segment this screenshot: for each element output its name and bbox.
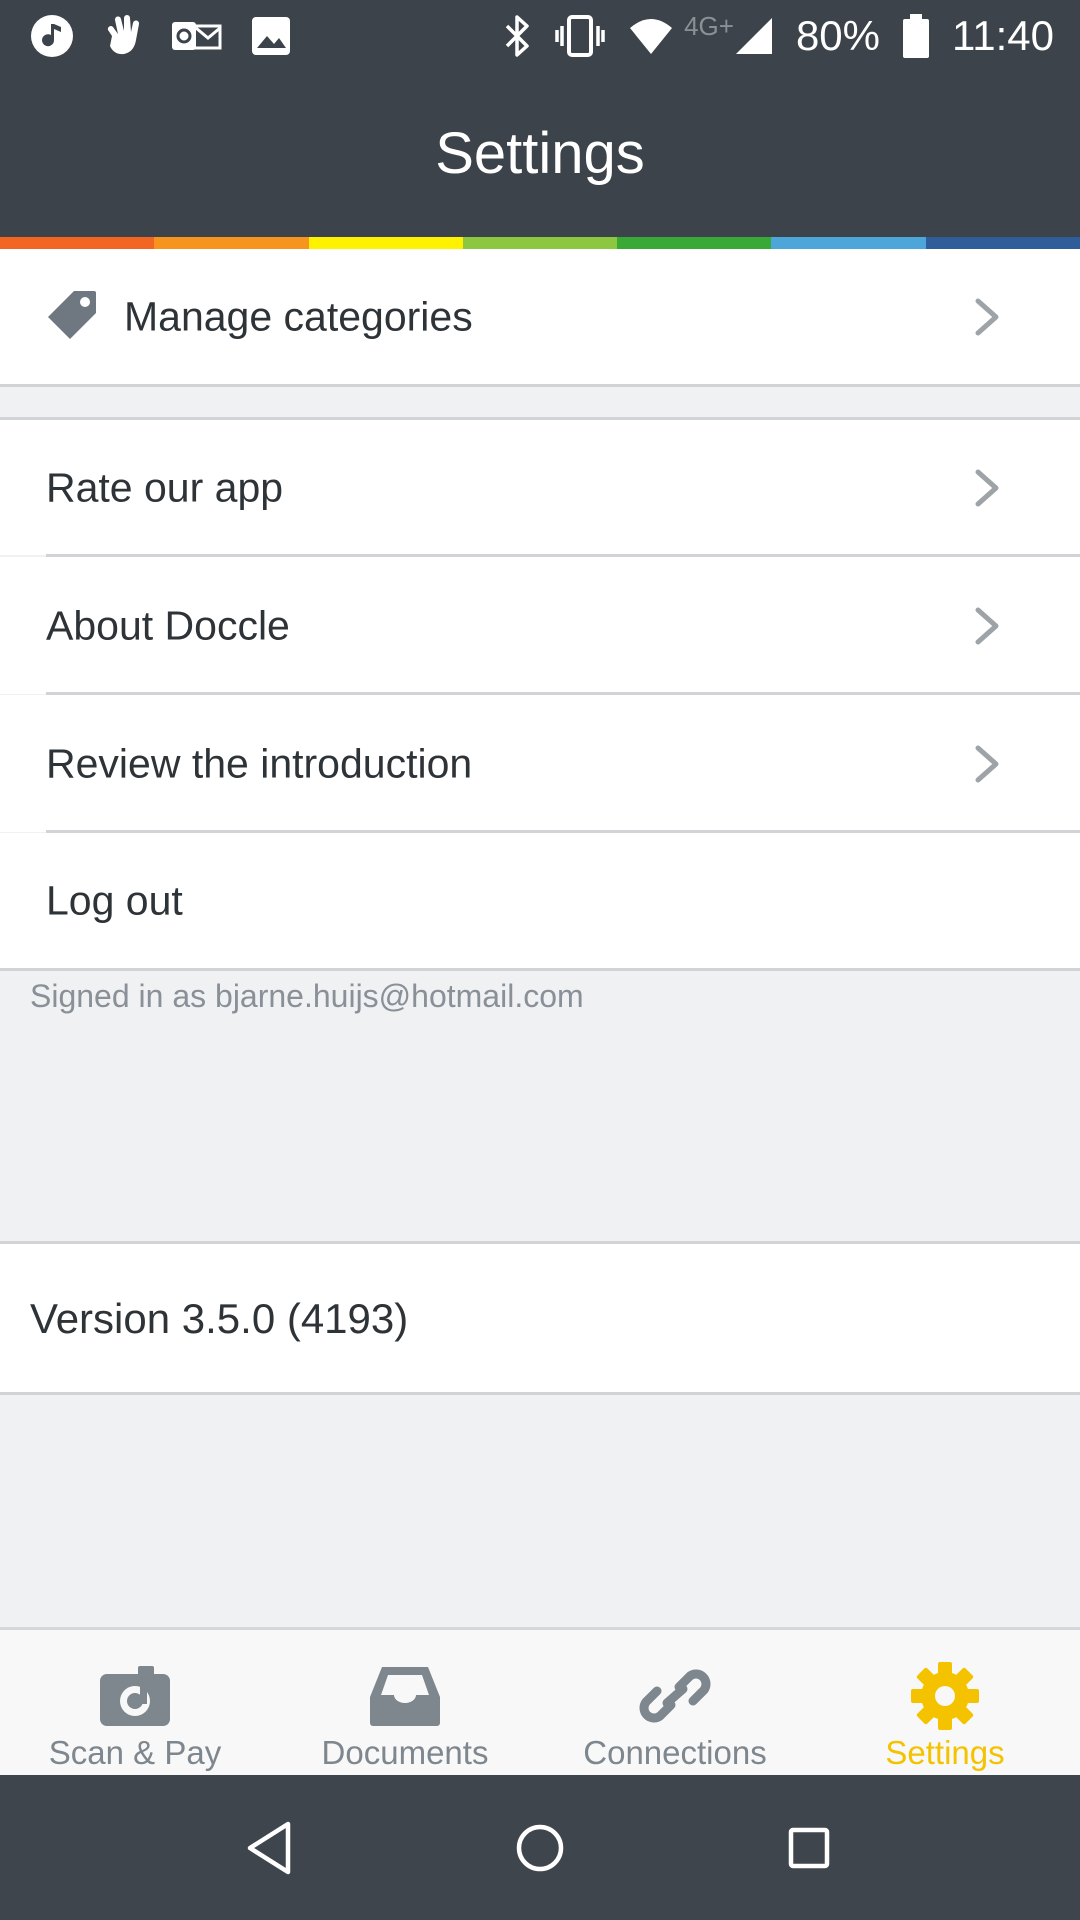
nav-connections[interactable]: Connections [540,1630,810,1775]
link-icon [638,1660,712,1732]
version-text: Version 3.5.0 (4193) [30,1294,409,1342]
manage-categories-row[interactable]: Manage categories [0,249,1080,385]
stripe-segment [462,237,618,249]
page-title: Settings [435,121,645,186]
stripe-segment [154,237,309,249]
network-type-label: 4G+ [684,10,734,41]
rate-app-row[interactable]: Rate our app [0,420,1080,555]
chevron-right-icon [975,745,999,782]
bottom-nav: Scan & Pay Documents Connections Setting… [0,1627,1080,1775]
nav-documents-label: Documents [321,1734,489,1771]
divider [0,384,1080,387]
tag-icon [44,287,100,348]
recents-icon[interactable] [779,1818,839,1878]
app-header: Settings [0,72,1080,237]
stripe-segment [308,237,463,249]
nav-settings[interactable]: Settings [810,1630,1080,1775]
status-system: 4G+ 80% 11:40 [480,0,1054,72]
stripe-segment [771,237,926,249]
clock: 11:40 [952,12,1054,59]
camera-doc-icon [98,1660,172,1732]
nav-scan-pay[interactable]: Scan & Pay [0,1630,270,1775]
system-nav-bar [0,1775,1080,1920]
nav-settings-label: Settings [885,1734,1005,1771]
logout-label: Log out [46,877,183,924]
nav-scan-pay-label: Scan & Pay [48,1734,222,1771]
about-doccle-row[interactable]: About Doccle [0,557,1080,694]
cell-signal-icon [734,16,774,56]
hand-wave-icon [102,14,142,58]
nav-documents[interactable]: Documents [270,1630,540,1775]
battery-icon [902,13,930,59]
outlook-icon [170,16,222,56]
nav-connections-label: Connections [583,1734,767,1771]
rate-app-label: Rate our app [46,464,284,510]
stripe-segment [617,237,772,249]
status-bar: 4G+ 80% 11:40 [0,0,1080,72]
review-introduction-label: Review the introduction [46,740,473,786]
inbox-tray-icon [368,1660,442,1732]
divider [0,968,1080,971]
chevron-right-icon [975,607,999,644]
music-note-icon [30,14,74,58]
stripe-segment [0,237,155,249]
stripe-segment [925,237,1080,249]
gear-icon [909,1660,981,1732]
rainbow-stripe [0,237,1080,249]
about-doccle-label: About Doccle [46,602,290,648]
wifi-icon [628,16,674,56]
home-icon[interactable] [510,1818,570,1878]
battery-percent: 80% [795,12,880,59]
signed-in-text: Signed in as bjarne.huijs@hotmail.com [30,978,584,1014]
image-icon [250,15,292,57]
bluetooth-icon [502,14,532,58]
chevron-right-icon [975,469,999,506]
logout-row[interactable]: Log out [0,833,1080,969]
review-introduction-row[interactable]: Review the introduction [0,695,1080,832]
version-row: Version 3.5.0 (4193) [0,1244,1080,1393]
manage-categories-label: Manage categories [124,293,473,340]
divider [0,1392,1080,1395]
status-notifications [30,14,320,58]
back-icon[interactable] [240,1818,300,1878]
vibrate-icon [554,14,606,58]
chevron-right-icon [975,298,999,336]
